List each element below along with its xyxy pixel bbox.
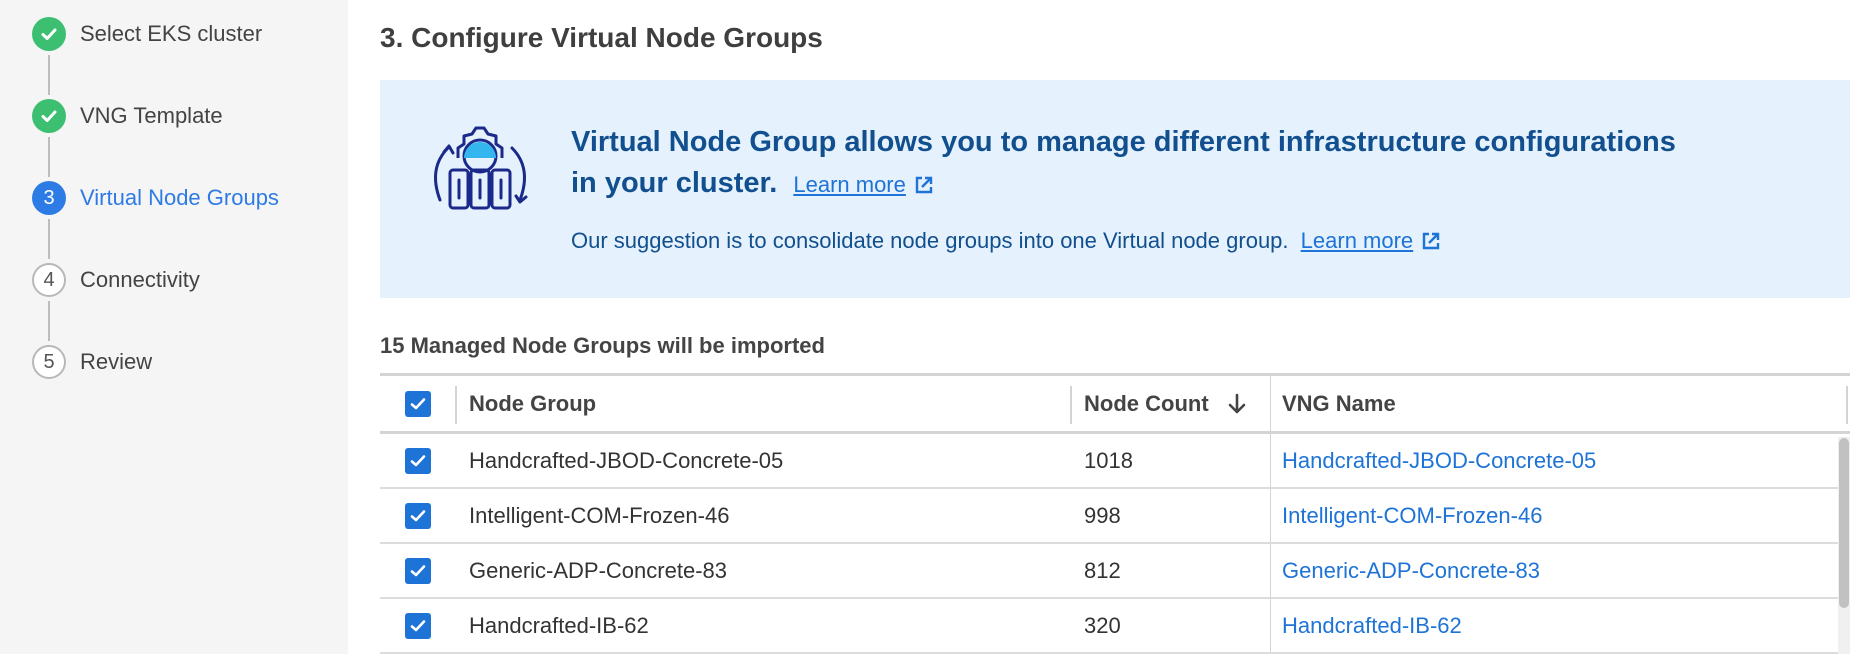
- vng-name-link[interactable]: Handcrafted-IB-62: [1270, 599, 1830, 652]
- step-number: 3: [32, 181, 66, 215]
- row-checkbox[interactable]: [404, 557, 431, 584]
- step-vng-template[interactable]: VNG Template: [32, 99, 279, 181]
- node-group-cell: Handcrafted-IB-62: [469, 612, 649, 638]
- check-icon: [410, 564, 425, 576]
- node-count-cell: 1018: [1084, 447, 1133, 473]
- table-row[interactable]: Handcrafted-JBOD-Concrete-05 1018 Handcr…: [380, 434, 1850, 489]
- check-icon: [410, 397, 425, 409]
- check-icon: [410, 509, 425, 521]
- column-divider: [1846, 386, 1848, 424]
- step-label: Virtual Node Groups: [80, 185, 279, 210]
- learn-more-label: Learn more: [1300, 228, 1414, 253]
- row-checkbox[interactable]: [404, 447, 431, 474]
- banner-subtitle: Our suggestion is to consolidate node gr…: [571, 226, 1441, 256]
- step-connector: [48, 137, 50, 177]
- step-connectivity[interactable]: 4 Connectivity: [32, 263, 279, 345]
- banner-subtitle-text: Our suggestion is to consolidate node gr…: [571, 228, 1289, 253]
- table-header: Node Group Node Count VNG Name: [380, 376, 1850, 434]
- node-count-cell: 998: [1084, 502, 1121, 528]
- step-label: Review: [80, 349, 153, 374]
- row-checkbox-cell: [380, 434, 455, 487]
- step-number: 4: [32, 263, 66, 297]
- check-icon: [32, 99, 66, 133]
- main-content: 3. Configure Virtual Node Groups Virtual…: [380, 0, 1858, 654]
- node-groups-table: Node Group Node Count VNG Name Handcraft…: [380, 373, 1850, 654]
- vng-name-link[interactable]: Generic-ADP-Concrete-83: [1270, 544, 1830, 597]
- step-connector: [48, 55, 50, 95]
- learn-more-link[interactable]: Learn more: [793, 164, 934, 205]
- check-icon: [410, 619, 425, 631]
- table-row[interactable]: Handcrafted-IB-62 320 Handcrafted-IB-62: [380, 599, 1850, 654]
- learn-more-link[interactable]: Learn more: [1301, 226, 1442, 256]
- page-title: 3. Configure Virtual Node Groups: [380, 22, 823, 53]
- external-link-icon: [1422, 232, 1440, 250]
- learn-more-label: Learn more: [793, 172, 906, 197]
- step-connector: [48, 219, 50, 259]
- node-count-cell: 320: [1084, 612, 1121, 638]
- info-banner: Virtual Node Group allows you to manage …: [380, 80, 1850, 298]
- check-icon: [410, 454, 425, 466]
- row-checkbox-cell: [380, 599, 455, 652]
- row-checkbox-cell: [380, 544, 455, 597]
- wizard-page: Select EKS cluster VNG Template 3 Virtua…: [0, 0, 1858, 654]
- row-checkbox[interactable]: [404, 612, 431, 639]
- gear-nodes-icon: [434, 126, 528, 210]
- select-all-checkbox[interactable]: [404, 390, 431, 417]
- step-label: Connectivity: [80, 267, 200, 292]
- column-header-label: Node Count: [1084, 390, 1209, 416]
- node-count-cell: 812: [1084, 557, 1121, 583]
- select-all-cell: [380, 376, 455, 431]
- stepper: Select EKS cluster VNG Template 3 Virtua…: [32, 17, 279, 385]
- table-row[interactable]: Intelligent-COM-Frozen-46 998 Intelligen…: [380, 489, 1850, 544]
- step-number: 5: [32, 345, 66, 379]
- table-scrollbar-thumb[interactable]: [1839, 438, 1849, 608]
- column-header-node-group[interactable]: Node Group: [455, 376, 1070, 431]
- row-checkbox[interactable]: [404, 502, 431, 529]
- step-review[interactable]: 5 Review: [32, 345, 279, 385]
- node-group-cell: Intelligent-COM-Frozen-46: [469, 502, 730, 528]
- column-header-vng-name[interactable]: VNG Name: [1270, 376, 1830, 431]
- table-row[interactable]: Generic-ADP-Concrete-83 812 Generic-ADP-…: [380, 544, 1850, 599]
- node-group-cell: Handcrafted-JBOD-Concrete-05: [469, 447, 784, 473]
- vng-name-link[interactable]: Intelligent-COM-Frozen-46: [1270, 489, 1830, 542]
- import-count-text: 15 Managed Node Groups will be imported: [380, 333, 825, 358]
- node-group-cell: Generic-ADP-Concrete-83: [469, 557, 727, 583]
- step-select-eks-cluster[interactable]: Select EKS cluster: [32, 17, 279, 99]
- step-virtual-node-groups[interactable]: 3 Virtual Node Groups: [32, 181, 279, 263]
- vng-name-link[interactable]: Handcrafted-JBOD-Concrete-05: [1270, 434, 1830, 487]
- banner-title: Virtual Node Group allows you to manage …: [571, 122, 1691, 205]
- step-label: Select EKS cluster: [80, 21, 263, 46]
- sort-down-arrow-icon[interactable]: [1227, 392, 1247, 416]
- external-link-icon: [915, 176, 933, 193]
- column-header-node-count[interactable]: Node Count: [1070, 376, 1270, 431]
- step-connector: [48, 301, 50, 341]
- banner-title-text: Virtual Node Group allows you to manage …: [571, 126, 1676, 199]
- step-label: VNG Template: [80, 103, 223, 128]
- stepper-sidebar: Select EKS cluster VNG Template 3 Virtua…: [0, 0, 348, 654]
- check-icon: [32, 17, 66, 51]
- row-checkbox-cell: [380, 489, 455, 542]
